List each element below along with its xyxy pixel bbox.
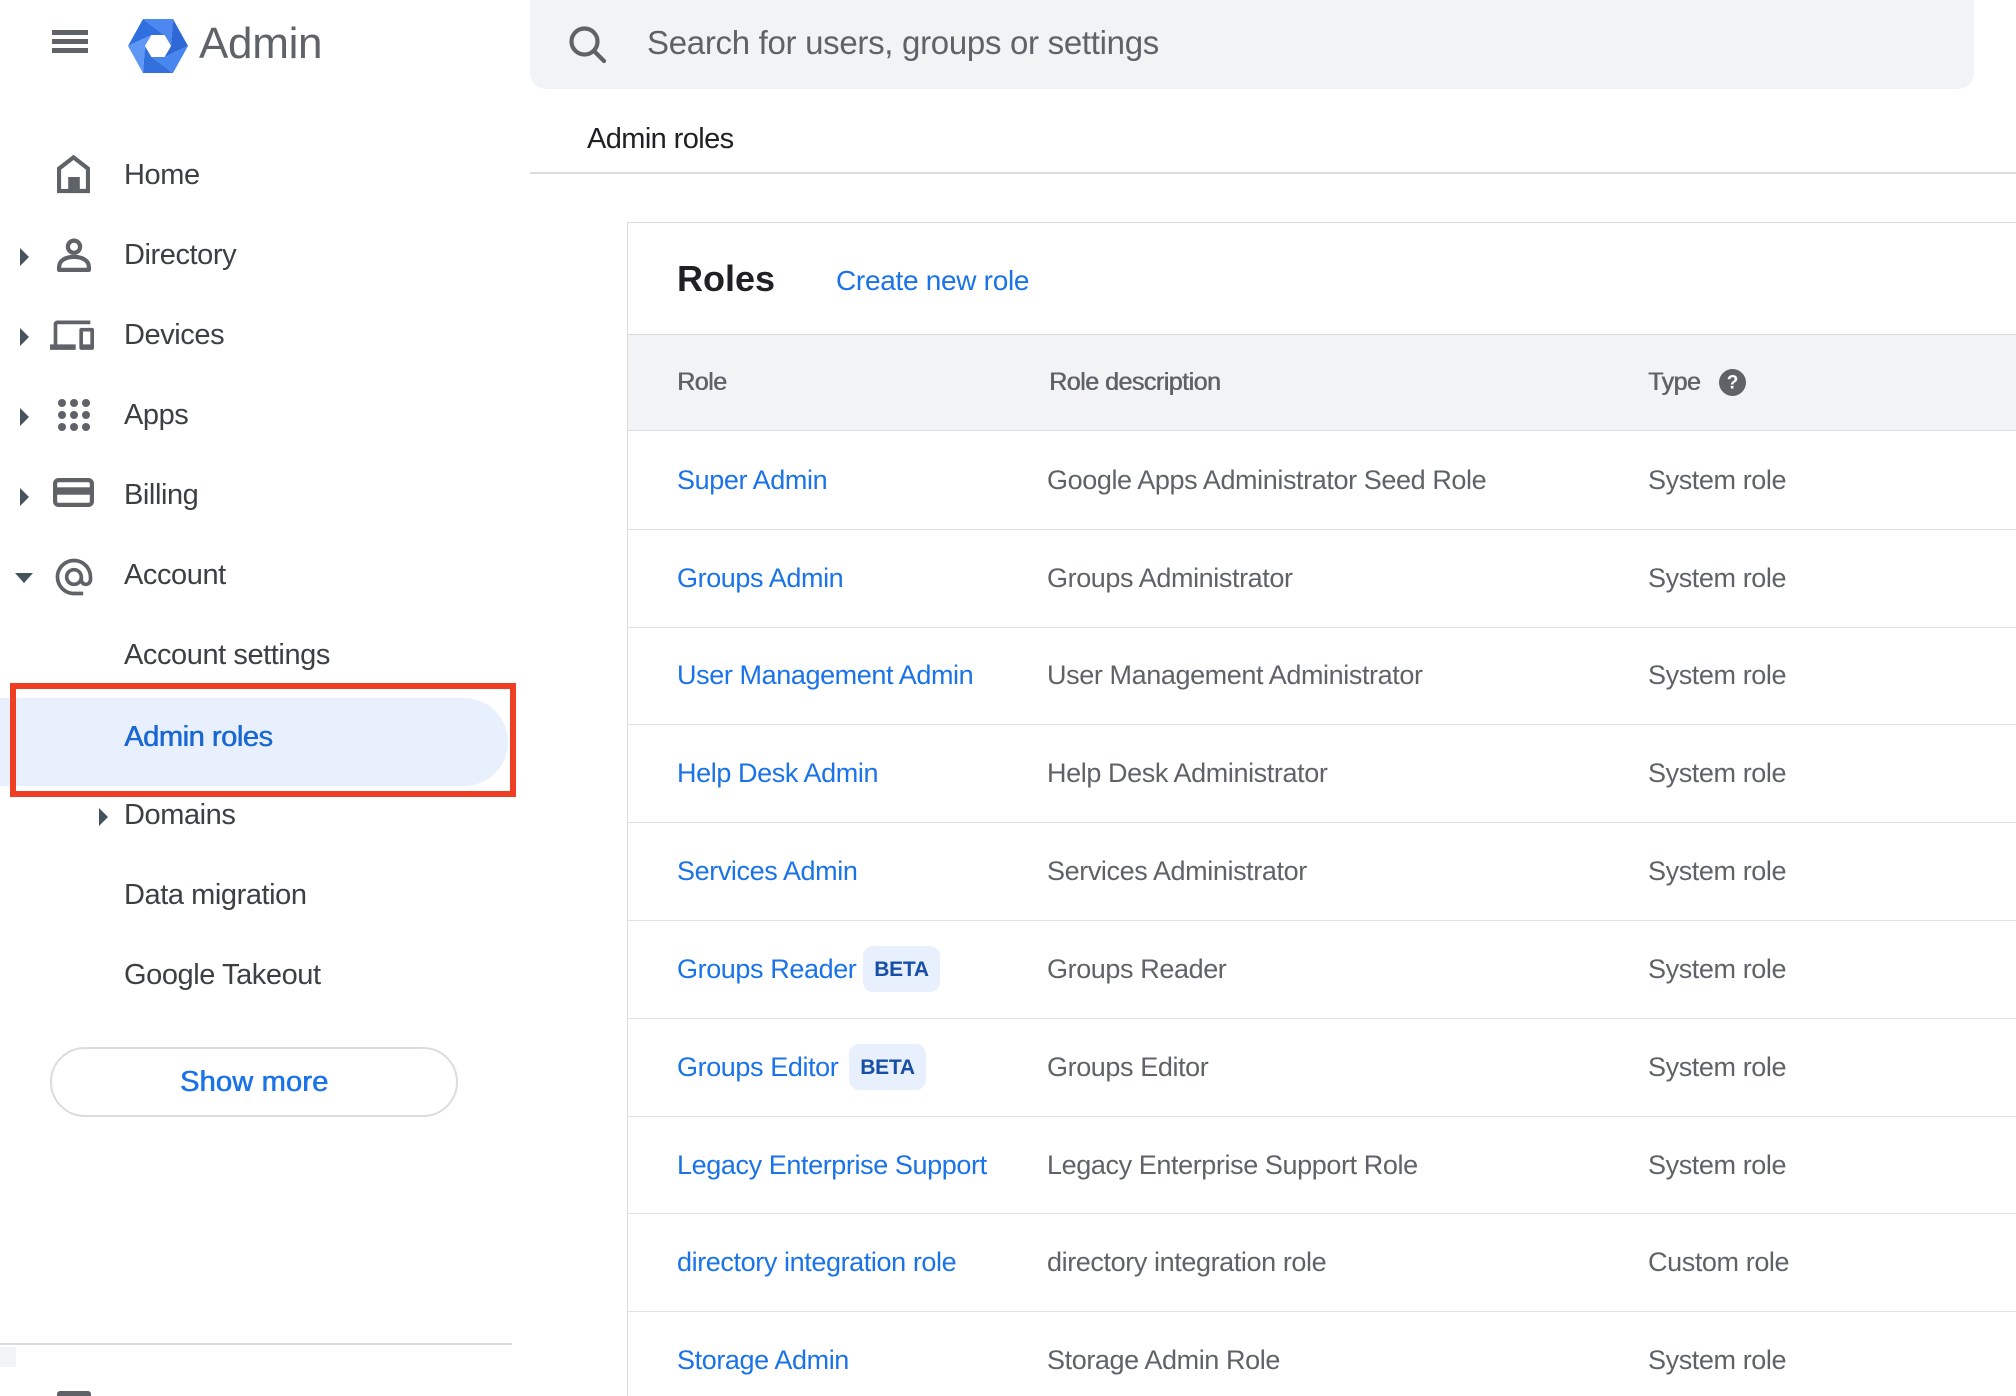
svg-text:?: ? — [1727, 373, 1739, 394]
